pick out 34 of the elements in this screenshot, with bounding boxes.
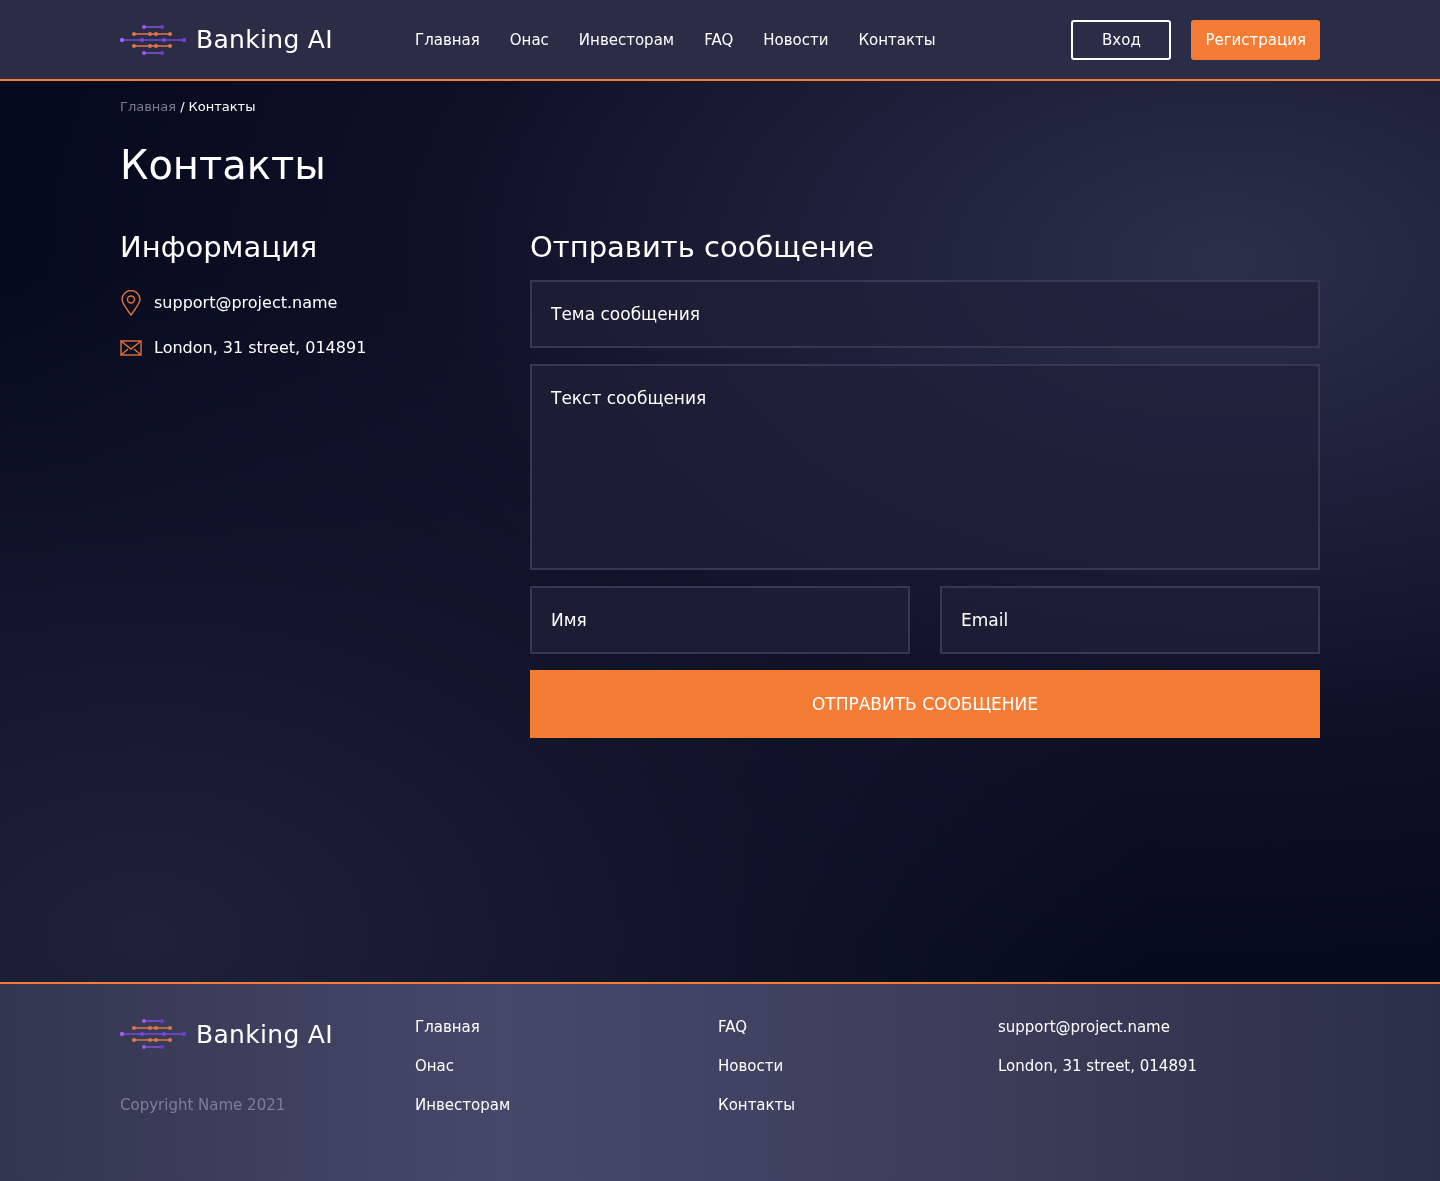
- section-title: Отправить сообщение: [530, 230, 876, 264]
- location-pin-icon: [120, 289, 142, 316]
- contact-info-text: London, 31 street, 014891: [154, 338, 367, 357]
- breadcrumb-link[interactable]: Главная: [120, 99, 177, 114]
- nav-link[interactable]: Новости: [763, 30, 829, 49]
- footer-link[interactable]: Инвесторам: [415, 1096, 718, 1115]
- footer-link[interactable]: Онас: [415, 1057, 718, 1076]
- copyright-text: Copyright Name 2021: [120, 1096, 287, 1114]
- subject-field[interactable]: Тема сообщения: [530, 280, 1320, 348]
- breadcrumb-separator: /: [180, 99, 185, 114]
- login-button[interactable]: Вход: [1071, 19, 1172, 60]
- circuit-logo-icon: [120, 1018, 186, 1050]
- email-field[interactable]: Email: [940, 586, 1320, 654]
- message-field[interactable]: Текст сообщения: [530, 364, 1320, 570]
- footer-link[interactable]: support@project.name: [998, 1018, 1320, 1037]
- footer-link[interactable]: Контакты: [718, 1096, 998, 1115]
- footer-link[interactable]: London, 31 street, 014891: [998, 1057, 1320, 1076]
- footer-link[interactable]: Главная: [415, 1018, 718, 1037]
- circuit-logo-icon: [120, 23, 186, 56]
- nav-link[interactable]: Контакты: [858, 30, 936, 49]
- page-title: Контакты: [120, 142, 327, 188]
- brand-name: Banking AI: [196, 25, 333, 54]
- nav-link[interactable]: FAQ: [704, 30, 734, 49]
- footer-link[interactable]: FAQ: [718, 1018, 998, 1037]
- envelope-icon: [120, 339, 142, 356]
- nav-link[interactable]: Главная: [415, 30, 480, 49]
- name-field[interactable]: Имя: [530, 586, 910, 654]
- footer-link[interactable]: Новости: [718, 1057, 998, 1076]
- nav-link[interactable]: Инвесторам: [578, 30, 675, 49]
- current-page-label: Контакты: [188, 99, 256, 114]
- section-title: Информация: [120, 230, 319, 264]
- contact-info-text: support@project.name: [154, 293, 338, 312]
- brand-name: Banking AI: [196, 1019, 333, 1049]
- nav-link[interactable]: Онас: [509, 30, 549, 49]
